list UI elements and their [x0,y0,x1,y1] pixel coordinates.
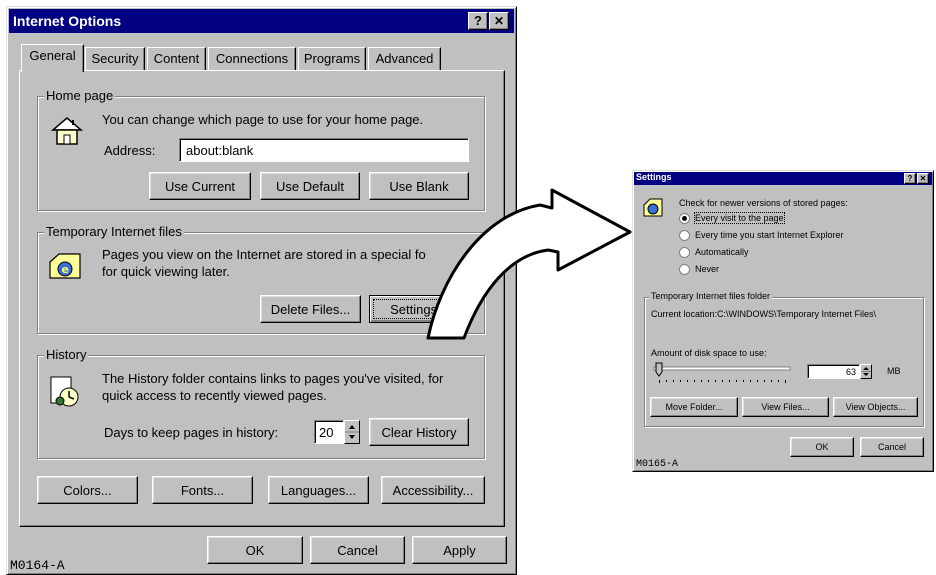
address-input[interactable]: about:blank [179,138,469,162]
days-spinner[interactable] [344,420,360,444]
check-newer-label: Check for newer versions of stored pages… [679,198,848,208]
languages-button[interactable]: Languages... [268,476,369,504]
view-files-button[interactable]: View Files... [742,397,829,417]
tab-content[interactable]: Content [147,47,206,71]
disk-space-label: Amount of disk space to use: [651,348,767,358]
disk-space-input[interactable]: 63 [807,364,860,379]
home-page-description: You can change which page to use for you… [102,112,424,127]
disk-space-spinner[interactable] [860,364,872,379]
temp-files-desc-line1: Pages you view on the Internet are store… [102,247,426,262]
radio-every-visit[interactable] [679,213,690,224]
settings-figure-code: M0165-A [636,459,679,470]
settings-title-bar[interactable]: Settings ? ✕ [634,172,932,185]
use-current-button[interactable]: Use Current [149,172,251,200]
tab-connections[interactable]: Connections [208,47,296,71]
fonts-button[interactable]: Fonts... [152,476,253,504]
ie-folder-icon: e [47,248,83,287]
cancel-button[interactable]: Cancel [310,536,405,564]
option-never: Never [695,264,720,274]
days-label: Days to keep pages in history: [104,425,279,440]
current-location: Current location:C:\WINDOWS\Temporary In… [651,309,877,319]
history-icon [47,373,83,412]
clear-history-button[interactable]: Clear History [369,418,469,446]
main-title: Internet Options [13,13,122,29]
apply-button[interactable]: Apply [412,536,507,564]
option-automatically: Automatically [695,247,749,257]
tab-general[interactable]: General [21,44,84,72]
use-default-button[interactable]: Use Default [260,172,360,200]
tab-security[interactable]: Security [85,47,145,71]
tab-programs[interactable]: Programs [298,47,366,71]
help-button[interactable]: ? [468,12,488,30]
history-desc-line1: The History folder contains links to pag… [102,371,444,386]
delete-files-button[interactable]: Delete Files... [260,295,361,323]
settings-cancel-button[interactable]: Cancel [860,437,924,457]
option-every-visit: Every visit to the page [694,212,785,224]
move-folder-button[interactable]: Move Folder... [650,397,738,417]
house-icon [49,112,85,151]
settings-close-icon: ✕ [919,174,927,183]
settings-help-icon: ? [907,174,913,183]
history-desc-line2: quick access to recently viewed pages. [102,388,327,403]
radio-every-start[interactable] [679,230,690,241]
settings-ok-button[interactable]: OK [790,437,854,457]
folder-legend: Temporary Internet files folder [649,291,773,301]
settings-close-button[interactable]: ✕ [917,173,929,184]
settings-title: Settings [636,172,672,182]
svg-text:e: e [62,263,69,276]
temp-files-legend: Temporary Internet files [44,224,184,239]
radio-never[interactable] [679,264,690,275]
help-icon: ? [474,13,482,28]
settings-ie-icon [642,196,664,221]
disk-space-slider[interactable] [652,361,792,388]
temp-files-desc-line2: for quick viewing later. [102,264,230,279]
tab-advanced[interactable]: Advanced [368,47,441,71]
history-legend: History [44,347,89,362]
accessibility-button[interactable]: Accessibility... [381,476,485,504]
settings-help-button[interactable]: ? [904,173,916,184]
disk-unit: MB [887,366,901,376]
close-button[interactable]: ✕ [489,12,509,30]
address-label: Address: [104,143,156,158]
home-page-legend: Home page [44,88,116,103]
ok-button[interactable]: OK [207,536,303,564]
close-icon: ✕ [493,14,505,28]
radio-automatically[interactable] [679,247,690,258]
colors-button[interactable]: Colors... [37,476,138,504]
main-title-bar[interactable]: Internet Options ? ✕ [9,9,514,33]
view-objects-button[interactable]: View Objects... [833,397,918,417]
option-every-start: Every time you start Internet Explorer [695,230,844,240]
arrow-graphic [420,160,640,353]
main-figure-code: M0164-A [10,558,65,573]
days-input[interactable]: 20 [314,420,344,444]
